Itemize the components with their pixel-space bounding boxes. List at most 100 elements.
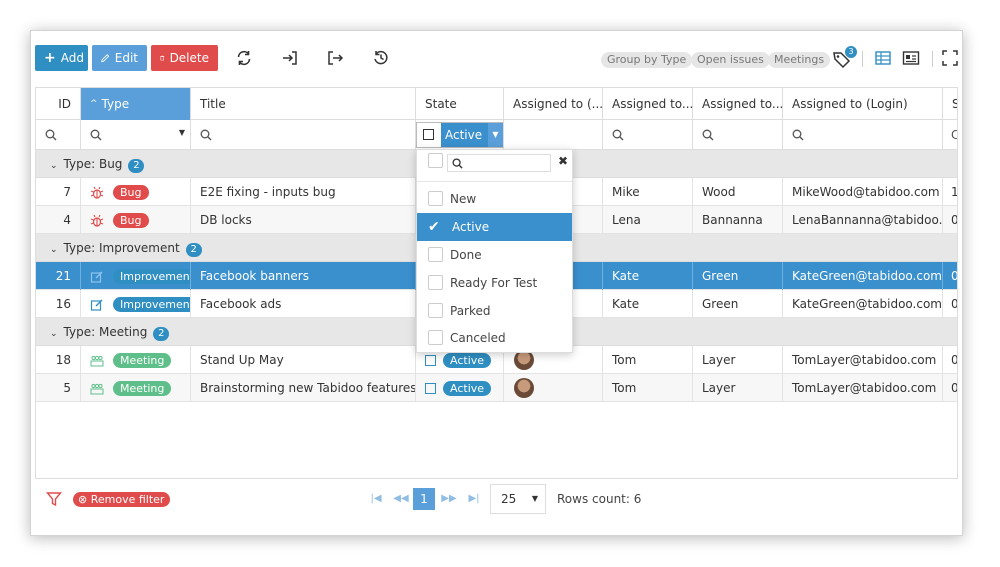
column-header-type-label: Type (101, 97, 130, 111)
cell-extra: 0 (951, 269, 958, 283)
filter-cell-assigned-first[interactable] (603, 120, 693, 150)
grid-view-icon[interactable] (874, 49, 892, 67)
cell-extra: 0 (951, 297, 958, 311)
import-icon[interactable] (281, 49, 299, 67)
state-badge: Active (443, 353, 492, 368)
filter-cell-title[interactable] (191, 120, 416, 150)
checkbox[interactable] (428, 303, 443, 318)
cell-type: Improvement (81, 262, 191, 290)
group-title: Type: Bug (63, 157, 123, 171)
group-title: Type: Meeting (63, 325, 148, 339)
cell-first-name: Tom (603, 346, 693, 374)
type-badge: Bug (113, 213, 149, 228)
next-page-icon[interactable]: ▶▶ (438, 488, 460, 510)
cell-type: Bug (81, 206, 191, 234)
export-icon[interactable] (326, 49, 344, 67)
checkbox[interactable] (428, 330, 443, 345)
cell-type: Bug (81, 178, 191, 206)
column-header-state[interactable]: State (416, 88, 504, 120)
cell-title: E2E fixing - inputs bug (191, 178, 416, 206)
cell-id: 4 (36, 206, 81, 234)
trash-icon (160, 55, 165, 61)
cell-id: 18 (36, 346, 81, 374)
option-label: Active (452, 220, 490, 234)
cell-login: KateGreen@tabidoo.com (783, 290, 943, 318)
chip-open-issues[interactable]: Open issues (691, 52, 770, 68)
group-label: ⌄ Type: Improvement 2 (50, 234, 202, 264)
table-row[interactable]: 5 Meeting Brainstorming new Tabidoo feat… (36, 374, 957, 402)
dropdown-search-input[interactable] (447, 154, 551, 172)
cell-last-name: Wood (693, 178, 783, 206)
sort-asc-icon: ^ (90, 99, 98, 109)
close-icon[interactable]: ✖ (558, 154, 568, 168)
data-grid: ID ^ Type Title State Assigned to (... As… (35, 87, 958, 479)
edit-square-icon (90, 271, 103, 283)
filter-cell-assigned-avatar[interactable] (504, 120, 603, 150)
filter-cell-id[interactable] (36, 120, 81, 150)
column-header-title[interactable]: Title (191, 88, 416, 120)
cell-state: Active (416, 374, 504, 402)
card-view-icon[interactable] (902, 49, 920, 67)
edit-button-label: Edit (114, 51, 138, 65)
checkbox[interactable] (428, 247, 443, 262)
remove-filter-label: Remove filter (90, 493, 165, 506)
cell-extra: 0 (951, 381, 958, 395)
filter-cell-type[interactable]: ▼ (81, 120, 191, 150)
dropdown-option-done[interactable]: Done (417, 241, 572, 269)
option-label: New (450, 192, 477, 206)
caret-down-icon[interactable]: ▼ (179, 128, 185, 137)
last-page-icon[interactable]: ▶| (463, 488, 485, 510)
dropdown-option-active[interactable]: ✔ Active (417, 213, 572, 241)
caret-down-icon[interactable]: ▼ (488, 123, 503, 147)
toolbar: + Add Edit Delete Group by Type Open iss… (31, 31, 962, 87)
column-header-id[interactable]: ID (36, 88, 81, 120)
dropdown-option-parked[interactable]: Parked (417, 297, 572, 325)
column-header-type[interactable]: ^ Type (81, 88, 191, 120)
filter-cell-assigned-login[interactable] (783, 120, 943, 150)
dropdown-option-ready-for-test[interactable]: Ready For Test (417, 269, 572, 297)
column-header-assigned-login[interactable]: Assigned to (Login) (783, 88, 943, 120)
first-page-icon[interactable]: |◀ (365, 488, 387, 510)
bug-icon (90, 186, 104, 199)
pencil-icon (101, 54, 110, 63)
search-icon (612, 129, 624, 141)
column-header-assigned-avatar[interactable]: Assigned to (... (504, 88, 603, 120)
chevron-down-icon: ⌄ (50, 245, 58, 255)
filter-icon[interactable] (46, 491, 62, 507)
cell-extra: 0 (951, 353, 958, 367)
checkbox[interactable] (428, 191, 443, 206)
state-filter-select[interactable]: Active ▼ (416, 122, 503, 148)
column-header-assigned-last[interactable]: Assigned to... (693, 88, 783, 120)
dropdown-option-new[interactable]: New (417, 185, 572, 213)
chip-group-by-type[interactable]: Group by Type (601, 52, 693, 68)
grid-footer: ⊗ Remove filter |◀ ◀◀ 1 ▶▶ ▶| 25 ▼ Rows c… (35, 479, 958, 519)
remove-filter-button[interactable]: ⊗ Remove filter (73, 492, 171, 507)
add-button-label: Add (60, 51, 84, 65)
type-badge: Bug (113, 185, 149, 200)
checkbox-checked-icon (425, 383, 436, 394)
column-header-assigned-first[interactable]: Assigned to... (603, 88, 693, 120)
history-icon[interactable] (372, 49, 390, 67)
checkbox[interactable] (428, 275, 443, 290)
add-button[interactable]: + Add (35, 45, 88, 71)
prev-page-icon[interactable]: ◀◀ (390, 488, 412, 510)
page-number-current[interactable]: 1 (413, 488, 435, 510)
chip-meetings[interactable]: Meetings (768, 52, 831, 68)
refresh-icon[interactable] (235, 49, 253, 67)
column-header-extra[interactable]: S (943, 88, 957, 120)
edit-button[interactable]: Edit (92, 45, 147, 71)
checkbox-checked-icon (423, 129, 434, 140)
cell-login: KateGreen@tabidoo.com (783, 262, 943, 290)
cell-first-name: Mike (603, 178, 693, 206)
tags-count-badge: 3 (845, 46, 857, 58)
fullscreen-icon[interactable] (941, 49, 959, 67)
filter-cell-extra[interactable]: C (943, 120, 957, 150)
cell-id: 5 (36, 374, 81, 402)
page-size-select[interactable]: 25 ▼ (490, 484, 546, 514)
checkmark-icon: ✔ (428, 219, 440, 235)
filter-cell-assigned-last[interactable] (693, 120, 783, 150)
state-filter-value: Active (441, 123, 488, 147)
dropdown-option-canceled[interactable]: Canceled (417, 324, 572, 352)
select-all-checkbox[interactable] (428, 153, 443, 168)
delete-button[interactable]: Delete (151, 45, 218, 71)
